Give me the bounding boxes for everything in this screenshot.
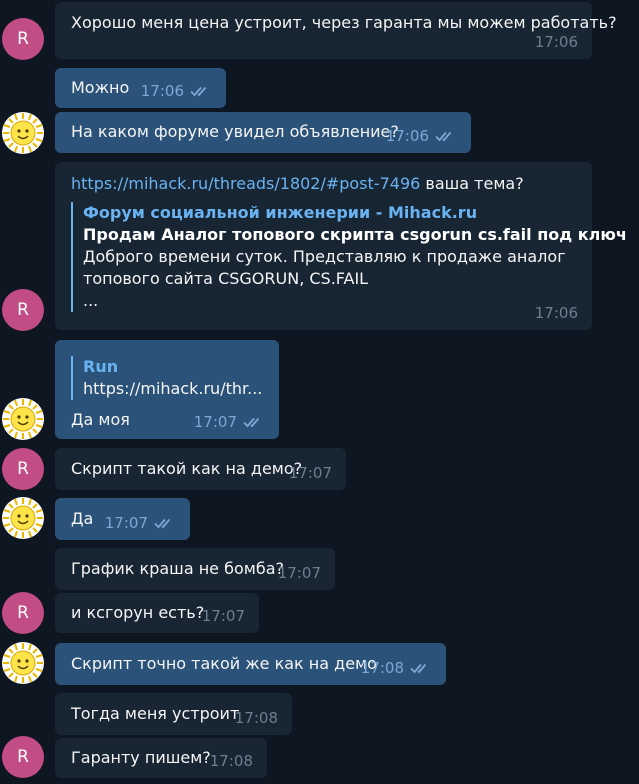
double-check-icon — [154, 518, 171, 529]
sun-smiley-icon — [3, 399, 43, 439]
message-time: 17:07 — [277, 564, 321, 582]
link-preview[interactable]: Форум социальной инженерии - Mihack.ru П… — [71, 202, 627, 312]
message-time: 17:07 — [194, 413, 265, 431]
message-text: Скрипт точно такой же как на демо — [71, 654, 377, 673]
message-bubble[interactable]: Да 17:07 — [55, 498, 190, 540]
reply-text: https://mihack.ru/thr... — [83, 379, 263, 398]
avatar[interactable]: R — [2, 289, 44, 331]
message-bubble[interactable]: и ксгорун есть? 17:07 — [55, 593, 259, 633]
message-bubble[interactable]: Хорошо меня цена устроит, через гаранта … — [55, 2, 617, 59]
link-preview-description: Доброго времени суток. Представляю к про… — [83, 247, 566, 266]
reply-quote[interactable]: Run https://mihack.ru/thr... — [71, 356, 262, 400]
double-check-icon — [435, 131, 452, 142]
message-text: Тогда меня устроит — [71, 704, 240, 723]
message-bubble[interactable]: Run https://mihack.ru/thr... Да моя 17:0… — [55, 340, 279, 439]
sun-smiley-avatar[interactable] — [2, 112, 44, 154]
double-check-icon — [243, 417, 260, 428]
message-time: 17:08 — [209, 752, 253, 770]
message-link[interactable]: https://mihack.ru/threads/1802/#post-749… — [71, 174, 420, 193]
message-text: Да — [71, 509, 94, 528]
sun-smiley-avatar[interactable] — [2, 398, 44, 440]
message-bubble[interactable]: https://mihack.ru/threads/1802/#post-749… — [55, 162, 627, 330]
message-bubble[interactable]: Скрипт такой как на демо? 17:07 — [55, 448, 346, 490]
sun-smiley-avatar[interactable] — [2, 497, 44, 539]
message-time: 17:06 — [534, 304, 578, 322]
message-text: Да моя — [71, 410, 130, 429]
message-text: Скрипт такой как на демо? — [71, 459, 303, 478]
avatar[interactable]: R — [2, 448, 44, 490]
message-text: График краша не бомба? — [71, 559, 284, 578]
link-preview-description: топового сайта CSGORUN, CS.FAIL — [83, 269, 369, 288]
message-time: 17:06 — [386, 127, 457, 145]
message-text: Хорошо меня цена устроит, через гаранта … — [71, 13, 617, 32]
message-bubble[interactable]: График краша не бомба? 17:07 — [55, 548, 335, 590]
avatar[interactable]: R — [2, 736, 44, 778]
link-preview-title: Продам Аналог топового скрипта csgorun c… — [83, 225, 627, 244]
message-text: и ксгорун есть? — [71, 603, 205, 622]
sun-smiley-avatar[interactable] — [2, 642, 44, 684]
message-time: 17:07 — [201, 607, 245, 625]
message-bubble[interactable]: На каком форуме увидел объявление? 17:06 — [55, 112, 471, 153]
sun-smiley-icon — [3, 643, 43, 683]
message-text: На каком форуме увидел объявление? — [71, 122, 399, 141]
message-time: 17:07 — [288, 464, 332, 482]
message-time: 17:08 — [361, 659, 432, 677]
message-text: https://mihack.ru/threads/1802/#post-749… — [71, 174, 524, 193]
message-bubble[interactable]: Тогда меня устроит 17:08 — [55, 693, 292, 735]
message-time: 17:06 — [534, 33, 578, 51]
avatar[interactable]: R — [2, 18, 44, 60]
sun-smiley-icon — [3, 113, 43, 153]
message-bubble[interactable]: Можно 17:06 — [55, 68, 226, 108]
link-preview-site: Форум социальной инженерии - Mihack.ru — [83, 203, 478, 222]
message-bubble[interactable]: Скрипт точно такой же как на демо 17:08 — [55, 643, 446, 685]
reply-author: Run — [83, 357, 119, 376]
message-time: 17:06 — [141, 82, 212, 100]
message-text: Можно — [71, 78, 130, 97]
message-text: Гаранту пишем? — [71, 748, 211, 767]
double-check-icon — [410, 663, 427, 674]
link-preview-description: ... — [83, 291, 99, 310]
avatar[interactable]: R — [2, 592, 44, 634]
sun-smiley-icon — [3, 498, 43, 538]
message-time: 17:07 — [105, 514, 176, 532]
message-time: 17:08 — [234, 709, 278, 727]
double-check-icon — [190, 86, 207, 97]
message-bubble[interactable]: Гаранту пишем? 17:08 — [55, 738, 267, 778]
